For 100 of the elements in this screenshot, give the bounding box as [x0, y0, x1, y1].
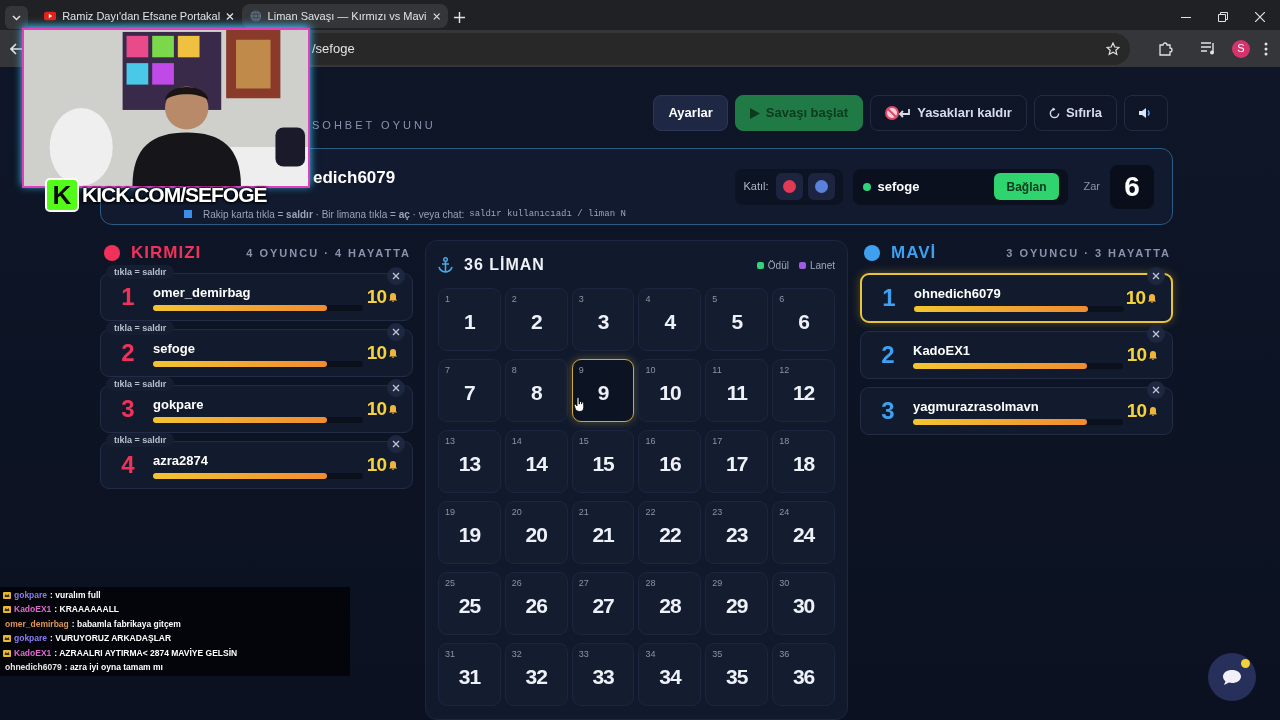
player-card[interactable]: 1 ohnedich6079 10: [860, 273, 1173, 323]
close-icon[interactable]: [387, 435, 405, 453]
lives-count: 10: [366, 396, 386, 421]
reset-button[interactable]: Sıfırla: [1033, 95, 1117, 131]
back-arrow-icon[interactable]: [10, 42, 24, 55]
team-join-button[interactable]: [775, 173, 803, 200]
port-number: 11: [726, 379, 747, 406]
port-number: 34: [659, 663, 681, 690]
close-icon[interactable]: [387, 323, 405, 341]
port-tile[interactable]: 31 31: [438, 643, 501, 706]
port-tile[interactable]: 9 9: [571, 359, 635, 422]
player-card[interactable]: 3 yagmurazrasolmavn 10: [860, 387, 1173, 435]
bell-icon: [389, 404, 397, 414]
address-bar[interactable]: /sefoge: [308, 32, 1130, 65]
port-tile[interactable]: 34 34: [638, 643, 702, 706]
player-rank: 4: [121, 450, 135, 480]
puzzle-icon[interactable]: [1158, 41, 1173, 57]
port-tile[interactable]: 2 2: [504, 288, 568, 351]
unban-button[interactable]: Yasakları kaldır: [870, 95, 1027, 131]
player-name: sefoge: [153, 341, 196, 356]
port-tile[interactable]: 20 20: [504, 501, 568, 564]
settings-button[interactable]: Ayarlar: [653, 95, 728, 131]
port-tile[interactable]: 13 13: [438, 430, 501, 493]
port-tile[interactable]: 21 21: [571, 501, 635, 564]
chat-message: : VURUYORUZ ARKADAŞLAR: [50, 632, 172, 646]
port-number: 2: [530, 308, 542, 335]
browser-tab[interactable]: Ramiz Dayı'dan Efsane Portakal: [36, 4, 242, 28]
menu-icon[interactable]: [1264, 41, 1268, 56]
close-icon[interactable]: [226, 11, 234, 21]
port-tile[interactable]: 14 14: [504, 430, 568, 493]
port-tile[interactable]: 10 10: [638, 359, 702, 422]
port-tile[interactable]: 7 7: [438, 359, 501, 422]
port-tile[interactable]: 12 12: [772, 359, 835, 422]
port-tile[interactable]: 24 24: [772, 501, 835, 564]
port-tile[interactable]: 28 28: [638, 572, 702, 635]
port-tile[interactable]: 27 27: [571, 572, 635, 635]
attack-hint-tag: tıkla = saldır: [106, 321, 175, 335]
port-index: 23: [712, 506, 723, 519]
profile-avatar[interactable]: S: [1232, 39, 1250, 58]
port-index: 27: [578, 577, 589, 590]
bell-icon: [389, 348, 397, 358]
port-index: 1: [445, 293, 450, 306]
port-tile[interactable]: 18 18: [772, 430, 835, 493]
port-number: 19: [458, 521, 481, 548]
connect-button[interactable]: Bağlan: [994, 173, 1059, 200]
close-icon[interactable]: [387, 379, 405, 397]
port-tile[interactable]: 35 35: [705, 643, 769, 706]
close-icon[interactable]: [1147, 381, 1165, 399]
port-tile[interactable]: 11 11: [705, 359, 769, 422]
close-icon[interactable]: [1255, 12, 1265, 22]
port-tile[interactable]: 17 17: [705, 430, 769, 493]
port-tile[interactable]: 15 15: [571, 430, 635, 493]
chevron-down-icon: [12, 14, 21, 21]
port-tile[interactable]: 4 4: [638, 288, 702, 351]
port-tile[interactable]: 22 22: [638, 501, 702, 564]
play-icon: [749, 107, 760, 119]
team-join-button[interactable]: [807, 173, 835, 200]
port-tile[interactable]: 30 30: [772, 572, 835, 635]
port-number: 12: [792, 379, 815, 406]
port-index: 36: [779, 648, 790, 661]
port-tile[interactable]: 16 16: [638, 430, 702, 493]
port-tile[interactable]: 33 33: [571, 643, 635, 706]
tab-title: Ramiz Dayı'dan Efsane Portakal: [62, 8, 221, 24]
player-card[interactable]: 2 KadoEX1 10: [860, 331, 1173, 379]
port-number: 29: [726, 592, 748, 619]
port-tile[interactable]: 23 23: [705, 501, 769, 564]
new-tab-icon[interactable]: [454, 12, 465, 23]
port-index: 13: [445, 435, 455, 448]
close-icon[interactable]: [432, 11, 440, 21]
close-icon[interactable]: [1147, 267, 1165, 285]
port-tile[interactable]: 6 6: [772, 288, 835, 351]
port-index: 32: [511, 648, 522, 661]
port-number: 20: [525, 521, 547, 548]
close-icon[interactable]: [387, 267, 405, 285]
restore-icon[interactable]: [1218, 12, 1228, 22]
port-tile[interactable]: 1 1: [438, 288, 501, 351]
star-icon[interactable]: [1106, 41, 1120, 56]
port-tile[interactable]: 19 19: [438, 501, 501, 564]
tab-list-button[interactable]: [5, 6, 28, 29]
port-tile[interactable]: 8 8: [504, 359, 568, 422]
browser-tab[interactable]: Liman Savaşı — Kırmızı vs Mavi: [242, 4, 448, 28]
media-control-icon[interactable]: [1201, 42, 1216, 56]
refresh-icon: [1048, 107, 1060, 119]
channel-field[interactable]: sefoge Bağlan: [852, 168, 1068, 205]
port-tile[interactable]: 29 29: [705, 572, 769, 635]
close-icon[interactable]: [1147, 325, 1165, 343]
lives-count: 10: [366, 340, 386, 365]
port-tile[interactable]: 36 36: [772, 643, 835, 706]
bell-icon: [1149, 406, 1157, 416]
port-number: 23: [726, 521, 748, 548]
port-tile[interactable]: 3 3: [571, 288, 635, 351]
port-index: 26: [511, 577, 522, 590]
sound-button[interactable]: [1124, 95, 1168, 131]
port-number: 24: [792, 521, 815, 548]
port-index: 16: [645, 435, 656, 448]
port-tile[interactable]: 5 5: [705, 288, 769, 351]
port-tile[interactable]: 32 32: [504, 643, 568, 706]
port-tile[interactable]: 26 26: [504, 572, 568, 635]
port-tile[interactable]: 25 25: [438, 572, 501, 635]
port-number: 21: [592, 521, 614, 548]
